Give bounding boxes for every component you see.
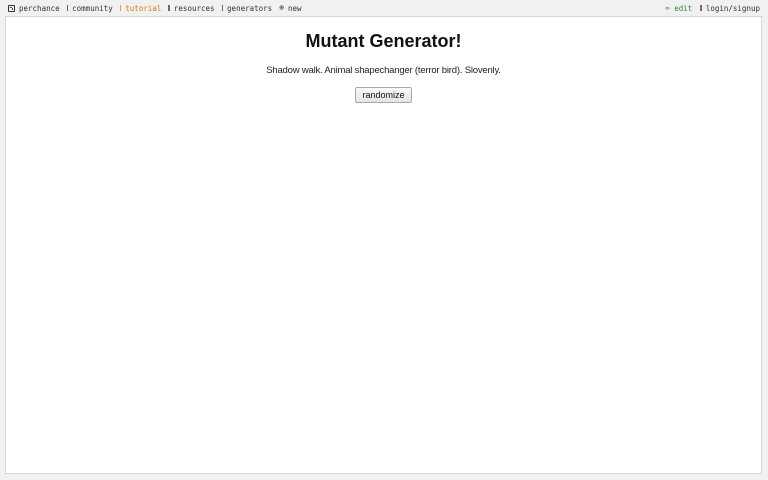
nav-community-link[interactable]: community xyxy=(66,3,113,13)
generator-output: Shadow walk. Animal shapechanger (terror… xyxy=(266,65,501,76)
plus-circle-icon: ⊕ xyxy=(279,3,285,12)
randomize-wrap: randomize xyxy=(6,85,761,103)
bar-icon xyxy=(700,5,702,11)
nav-new-link[interactable]: ⊕ new xyxy=(279,4,301,13)
nav-edit-label: edit xyxy=(674,3,693,13)
bar-icon xyxy=(168,5,170,11)
nav-tutorial-link[interactable]: tutorial xyxy=(119,3,162,13)
nav-generators-label: generators xyxy=(227,3,273,13)
nav-right: ✏ edit login/signup xyxy=(657,0,760,16)
top-nav-bar: perchance community tutorial resources g… xyxy=(0,0,768,16)
randomize-button[interactable]: randomize xyxy=(355,87,412,103)
nav-perchance-label: perchance xyxy=(19,3,60,13)
nav-left: perchance community tutorial resources g… xyxy=(8,0,309,16)
nav-login-link[interactable]: login/signup xyxy=(700,4,760,13)
pencil-icon: ✏ xyxy=(665,3,671,12)
bar-icon xyxy=(221,5,224,11)
nav-resources-link[interactable]: resources xyxy=(168,3,215,13)
nav-generators-link[interactable]: generators xyxy=(221,3,273,13)
page-title: Mutant Generator! xyxy=(305,31,462,51)
bar-icon xyxy=(119,5,122,11)
nav-login-label: login/signup xyxy=(705,3,760,13)
nav-perchance-link[interactable]: perchance xyxy=(8,4,60,13)
nav-tutorial-label: tutorial xyxy=(125,3,162,13)
dice-icon xyxy=(8,4,15,12)
nav-community-label: community xyxy=(72,3,113,13)
generator-panel: Mutant Generator! Shadow walk. Animal sh… xyxy=(5,16,762,474)
nav-edit-link[interactable]: ✏ edit xyxy=(665,4,692,13)
nav-new-label: new xyxy=(288,3,302,13)
bar-icon xyxy=(66,5,69,11)
nav-resources-label: resources xyxy=(173,3,215,13)
